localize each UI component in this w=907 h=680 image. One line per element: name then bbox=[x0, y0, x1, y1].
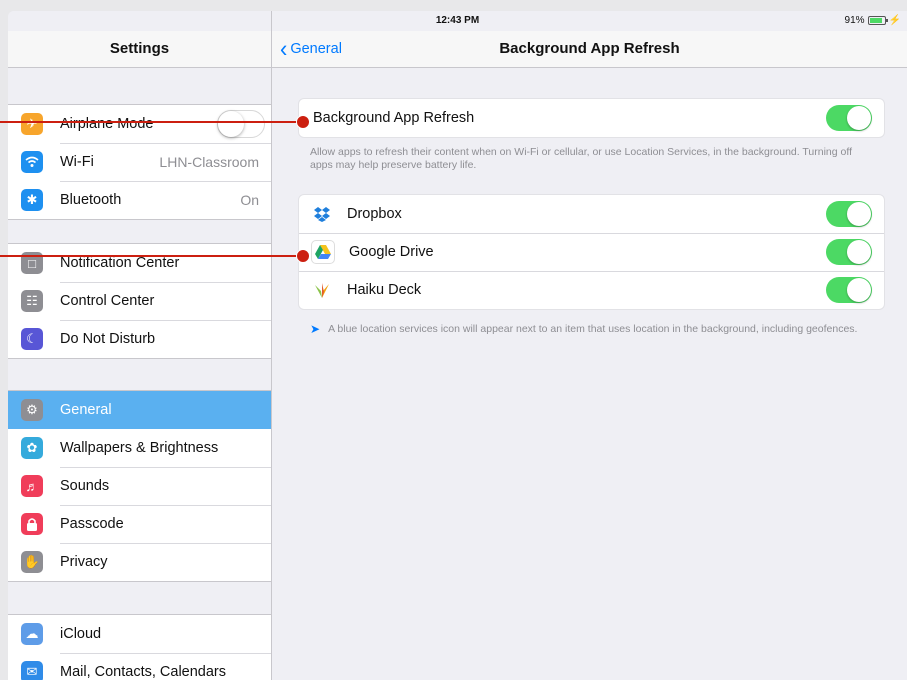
mail-icon: ✉ bbox=[21, 661, 43, 680]
gear-icon: ⚙ bbox=[21, 399, 43, 421]
sidebar-item-do-not-disturb[interactable]: ☾ Do Not Disturb bbox=[8, 320, 271, 358]
location-footer: ➤ A blue location services icon will app… bbox=[310, 323, 860, 336]
app-label: Google Drive bbox=[349, 244, 434, 260]
airplane-mode-toggle[interactable] bbox=[217, 110, 265, 138]
location-arrow-icon: ➤ bbox=[310, 322, 321, 336]
detail-pane: ‹ General Background App Refresh Backgro… bbox=[272, 11, 907, 680]
sidebar-item-wallpapers-brightness[interactable]: ✿ Wallpapers & Brightness bbox=[8, 429, 271, 467]
settings-group-general: ⚙ General ✿ Wallpapers & Brightness ♬ So… bbox=[8, 390, 271, 582]
control-center-icon: ☷ bbox=[21, 290, 43, 312]
sidebar-item-label: Bluetooth bbox=[60, 192, 122, 208]
hand-icon: ✋ bbox=[21, 551, 43, 573]
dropbox-toggle[interactable] bbox=[826, 201, 872, 227]
google-drive-icon bbox=[311, 240, 335, 264]
app-list-group: Dropbox Google Drive Haiku Deck bbox=[298, 194, 885, 310]
sidebar-item-label: General bbox=[60, 402, 112, 418]
background-app-refresh-label: Background App Refresh bbox=[313, 110, 475, 126]
sidebar-item-label: Sounds bbox=[60, 478, 110, 494]
page-title: Background App Refresh bbox=[499, 40, 680, 57]
sidebar-item-label: Passcode bbox=[60, 516, 124, 532]
sidebar-item-bluetooth[interactable]: ✱ Bluetooth On bbox=[8, 181, 271, 219]
background-app-refresh-toggle[interactable] bbox=[826, 105, 872, 131]
detail-nav-bar: ‹ General Background App Refresh bbox=[272, 31, 907, 68]
app-label: Dropbox bbox=[347, 206, 402, 222]
flower-icon: ✿ bbox=[21, 437, 43, 459]
haiku-deck-toggle[interactable] bbox=[826, 277, 872, 303]
sidebar-item-sounds[interactable]: ♬ Sounds bbox=[8, 467, 271, 505]
sidebar-item-label: iCloud bbox=[60, 626, 102, 642]
ipad-screen: iPad ≈ ↻ 12:43 PM 91% ⚡ Settings ✈ Airpl… bbox=[8, 11, 907, 680]
speaker-icon: ♬ bbox=[21, 475, 43, 497]
sidebar-item-wifi[interactable]: Wi-Fi LHN-Classroom bbox=[8, 143, 271, 181]
sidebar-item-label: Wallpapers & Brightness bbox=[60, 440, 219, 456]
sidebar-item-control-center[interactable]: ☷ Control Center bbox=[8, 282, 271, 320]
sidebar-item-label: Notification Center bbox=[60, 255, 180, 271]
sidebar-item-mail-contacts-calendars[interactable]: ✉ Mail, Contacts, Calendars bbox=[8, 653, 271, 680]
sidebar-item-icloud[interactable]: ☁ iCloud bbox=[8, 615, 271, 653]
sidebar-item-label: Airplane Mode bbox=[60, 116, 154, 132]
bluetooth-value: On bbox=[240, 192, 259, 208]
sidebar-item-general[interactable]: ⚙ General bbox=[8, 391, 271, 429]
settings-sidebar: Settings ✈ Airplane Mode Wi-Fi LHN-Class… bbox=[8, 11, 272, 680]
sidebar-item-airplane-mode[interactable]: ✈ Airplane Mode bbox=[8, 105, 271, 143]
moon-icon: ☾ bbox=[21, 328, 43, 350]
bluetooth-icon: ✱ bbox=[21, 189, 43, 211]
annotation-dot-2 bbox=[296, 249, 310, 263]
app-row-haiku-deck[interactable]: Haiku Deck bbox=[299, 271, 884, 309]
cloud-icon: ☁ bbox=[21, 623, 43, 645]
annotation-line-2 bbox=[0, 255, 302, 257]
app-label: Haiku Deck bbox=[347, 282, 422, 298]
sidebar-item-notification-center[interactable]: □ Notification Center bbox=[8, 244, 271, 282]
settings-group-notifications: □ Notification Center ☷ Control Center ☾… bbox=[8, 243, 271, 359]
sidebar-item-label: Do Not Disturb bbox=[60, 331, 156, 347]
annotation-dot-1 bbox=[296, 115, 310, 129]
sidebar-item-label: Wi-Fi bbox=[60, 154, 94, 170]
sidebar-item-label: Privacy bbox=[60, 554, 108, 570]
wifi-icon bbox=[21, 151, 43, 173]
sidebar-item-label: Mail, Contacts, Calendars bbox=[60, 664, 227, 680]
airplane-icon: ✈ bbox=[21, 113, 43, 135]
settings-group-accounts: ☁ iCloud ✉ Mail, Contacts, Calendars bbox=[8, 614, 271, 680]
app-row-dropbox[interactable]: Dropbox bbox=[299, 195, 884, 233]
google-drive-toggle[interactable] bbox=[826, 239, 872, 265]
dropbox-icon bbox=[311, 203, 333, 225]
lock-icon bbox=[21, 513, 43, 535]
background-app-refresh-row[interactable]: Background App Refresh bbox=[299, 99, 884, 137]
app-row-google-drive[interactable]: Google Drive bbox=[299, 233, 884, 271]
haiku-deck-icon bbox=[311, 279, 333, 301]
location-footer-text: A blue location services icon will appea… bbox=[328, 323, 858, 335]
master-toggle-group: Background App Refresh bbox=[298, 98, 885, 138]
master-footer-text: Allow apps to refresh their content when… bbox=[310, 146, 853, 171]
sidebar-item-label: Control Center bbox=[60, 293, 155, 309]
sidebar-item-passcode[interactable]: Passcode bbox=[8, 505, 271, 543]
annotation-line-1 bbox=[0, 121, 302, 123]
sidebar-item-privacy[interactable]: ✋ Privacy bbox=[8, 543, 271, 581]
sidebar-title: Settings bbox=[8, 31, 271, 68]
wifi-network-value: LHN-Classroom bbox=[159, 154, 259, 170]
